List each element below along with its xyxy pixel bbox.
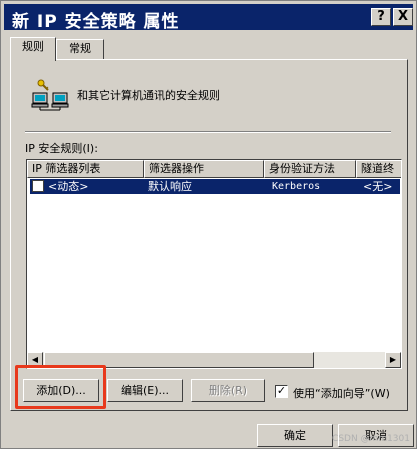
title-bar: 新 IP 安全策略 属性 ? X (4, 4, 413, 32)
ok-button[interactable]: 确定 (257, 424, 333, 447)
rules-label: IP 安全规则(I): (25, 142, 98, 155)
tab-general[interactable]: 常规 (56, 39, 104, 59)
header-description: 和其它计算机通讯的安全规则 (77, 89, 220, 102)
window-title: 新 IP 安全策略 属性 (12, 12, 180, 32)
wizard-checkbox[interactable]: ✓ (275, 385, 288, 398)
scroll-right-icon[interactable]: ▶ (385, 352, 401, 368)
cell-tunnel: <无> (363, 180, 393, 193)
close-button[interactable]: X (393, 8, 413, 26)
wizard-label[interactable]: 使用“添加向导”(W) (293, 385, 390, 401)
rule-checkbox[interactable] (32, 180, 44, 192)
rules-list[interactable]: IP 筛选器列表 筛选器操作 身份验证方法 隧道终 <动态> 默认响应 Kerb… (26, 159, 402, 369)
properties-dialog: 新 IP 安全策略 属性 ? X 规则 常规 和其它计算机通讯的安全规则 IP … (0, 0, 417, 449)
cell-auth-method: Kerberos (272, 181, 321, 192)
network-computers-key-icon (31, 78, 71, 112)
list-header: IP 筛选器列表 筛选器操作 身份验证方法 隧道终 (27, 160, 401, 178)
column-header-filter-list[interactable]: IP 筛选器列表 (27, 160, 144, 178)
column-header-filter-action[interactable]: 筛选器操作 (144, 160, 264, 178)
edit-button[interactable]: 编辑(E)... (107, 379, 183, 402)
cell-filter-list: <动态> (48, 180, 89, 193)
highlight-box (15, 365, 106, 409)
column-header-auth-method[interactable]: 身份验证方法 (264, 160, 356, 178)
divider (25, 131, 391, 133)
help-button[interactable]: ? (371, 8, 391, 26)
watermark-text: CSDN @mm1301 (332, 434, 410, 444)
table-row[interactable]: <动态> 默认响应 Kerberos <无> (30, 179, 400, 194)
cell-filter-action: 默认响应 (148, 180, 192, 193)
column-header-tunnel[interactable]: 隧道终 (356, 160, 401, 178)
delete-button[interactable]: 删除(R) (191, 379, 265, 402)
tab-rules[interactable]: 规则 (10, 37, 56, 61)
